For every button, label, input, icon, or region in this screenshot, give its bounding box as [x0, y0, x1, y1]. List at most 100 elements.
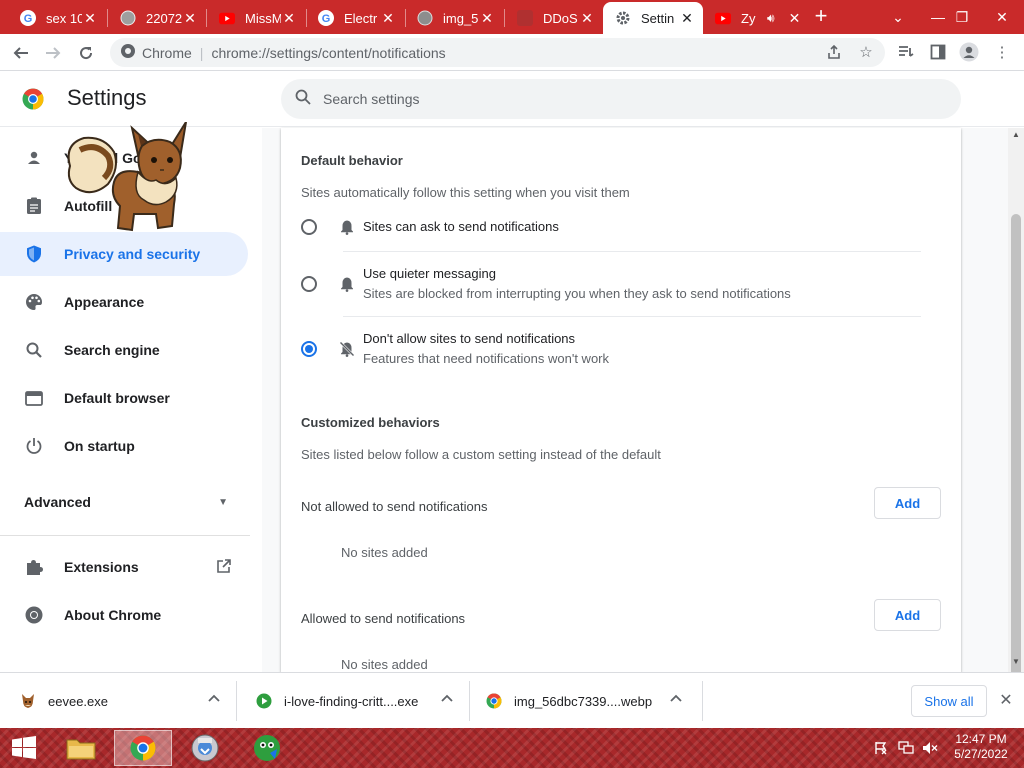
option-description: Sites are blocked from interrupting you …	[363, 286, 791, 301]
clipboard-icon	[24, 196, 44, 216]
green-creature-icon	[254, 735, 280, 761]
chrome-icon	[120, 43, 136, 62]
page-title: Settings	[67, 85, 147, 110]
radio-sites-can-ask[interactable]	[301, 219, 317, 235]
profile-avatar-icon[interactable]	[959, 42, 979, 62]
option-sites-can-ask[interactable]: Sites can ask to send notifications	[301, 212, 941, 252]
close-icon[interactable]: ✕	[679, 10, 695, 27]
svg-text:G: G	[322, 13, 331, 25]
address-bar[interactable]: Chrome | chrome://settings/content/notif…	[110, 38, 885, 67]
download-separator	[702, 681, 703, 721]
new-tab-button[interactable]: +	[808, 4, 834, 30]
close-icon[interactable]: ✕	[789, 10, 801, 27]
share-icon[interactable]	[824, 42, 844, 62]
sidebar-item-appearance[interactable]: Appearance	[0, 280, 248, 324]
chrome-icon	[486, 693, 502, 709]
restore-icon[interactable]: ❐	[940, 0, 984, 34]
download-item-webp[interactable]: img_56dbc7339....webp	[466, 673, 702, 729]
download-item-critters[interactable]: i-love-finding-critt....exe	[236, 673, 469, 729]
chevron-up-icon[interactable]	[208, 693, 222, 707]
search-icon	[24, 340, 44, 360]
tab-search-icon[interactable]: ⌄	[876, 0, 920, 34]
sidebar-item-label: Appearance	[64, 294, 145, 310]
reload-icon	[80, 47, 93, 60]
close-icon[interactable]: ✕	[579, 10, 595, 27]
speaker-icon[interactable]: 🔊︎	[767, 11, 775, 26]
radio-dont-allow[interactable]	[301, 341, 317, 357]
close-icon[interactable]: ✕	[281, 10, 297, 27]
scrollbar-thumb[interactable]	[1011, 214, 1021, 714]
add-allowed-site-button[interactable]: Add	[874, 599, 941, 631]
back-button[interactable]	[7, 39, 35, 67]
volume-muted-icon[interactable]	[922, 741, 938, 755]
start-button[interactable]	[0, 730, 48, 766]
network-icon[interactable]	[898, 741, 914, 755]
tab-4[interactable]: G Electr ✕	[306, 2, 404, 34]
close-icon[interactable]: ✕	[479, 10, 495, 27]
close-icon[interactable]: ✕	[380, 10, 396, 27]
taskbar-chrome[interactable]	[114, 730, 172, 766]
download-item-eevee[interactable]: eevee.exe	[0, 673, 236, 729]
tab-6[interactable]: DDoS ✕	[505, 2, 603, 34]
media-queue-icon[interactable]	[896, 42, 916, 62]
close-icon[interactable]: ✕	[82, 10, 98, 27]
taskbar-app-3[interactable]	[176, 730, 234, 766]
scroll-up-arrow-icon[interactable]: ▲	[1008, 128, 1024, 142]
close-icon[interactable]: ✕	[182, 10, 198, 27]
reload-button[interactable]	[72, 39, 100, 67]
chrome-icon	[130, 735, 156, 761]
tab-8[interactable]: Zy 🔊︎ ✕	[703, 2, 801, 34]
sidebar-item-search-engine[interactable]: Search engine	[0, 328, 248, 372]
dropdown-arrow-icon: ▼	[218, 496, 228, 508]
option-quieter-messaging[interactable]: Use quieter messaging Sites are blocked …	[301, 260, 941, 308]
chevron-up-icon[interactable]	[441, 693, 455, 707]
bookmark-star-icon[interactable]: ☆	[856, 42, 876, 62]
tab-3[interactable]: MissM ✕	[207, 2, 305, 34]
download-filename: eevee.exe	[48, 693, 108, 709]
bell-off-icon	[339, 341, 355, 357]
option-label: Use quieter messaging	[363, 266, 496, 281]
tab-title: DDoS	[543, 10, 578, 26]
close-icon[interactable]: ✕	[996, 691, 1016, 711]
tab-1[interactable]: G sex 10 ✕	[8, 2, 106, 34]
sidebar-item-on-startup[interactable]: On startup	[0, 424, 248, 468]
side-panel-icon[interactable]	[928, 42, 948, 62]
option-dont-allow[interactable]: Don't allow sites to send notifications …	[301, 325, 941, 373]
search-input[interactable]	[323, 91, 923, 107]
tab-title: MissM	[245, 10, 281, 26]
tab-2[interactable]: 22072 ✕	[108, 2, 206, 34]
taskbar-app-4[interactable]	[238, 730, 296, 766]
scroll-down-arrow-icon[interactable]: ▼	[1008, 655, 1024, 669]
show-all-downloads-button[interactable]: Show all	[911, 685, 987, 717]
sidebar-item-default-browser[interactable]: Default browser	[0, 376, 248, 420]
sidebar-item-extensions[interactable]: Extensions	[0, 545, 248, 589]
taskbar-file-explorer[interactable]	[52, 730, 110, 766]
page-scrollbar[interactable]: ▲ ▼	[1008, 128, 1024, 714]
red-square-icon	[517, 10, 533, 26]
url-text: chrome://settings/content/notifications	[211, 44, 446, 61]
tab-settings[interactable]: Settin ✕	[603, 2, 703, 34]
tab-title: Zy	[741, 10, 756, 26]
no-sites-message: No sites added	[341, 545, 428, 560]
action-center-flag-icon[interactable]	[874, 741, 890, 755]
add-not-allowed-site-button[interactable]: Add	[874, 487, 941, 519]
tab-title: Settin	[641, 10, 675, 26]
taskbar-clock[interactable]: 12:47 PM 5/27/2022	[944, 732, 1018, 762]
sidebar-advanced-toggle[interactable]: Advanced ▼	[0, 480, 248, 524]
allowed-label: Allowed to send notifications	[301, 611, 466, 626]
eevee-pet-sprite[interactable]	[62, 121, 194, 245]
default-behavior-description: Sites automatically follow this setting …	[301, 185, 630, 200]
search-icon	[295, 89, 311, 110]
sidebar-item-about-chrome[interactable]: About Chrome	[0, 593, 248, 637]
settings-search-box[interactable]	[281, 79, 961, 119]
site-chip: Chrome	[142, 44, 192, 61]
forward-button[interactable]	[39, 39, 67, 67]
chevron-up-icon[interactable]	[670, 693, 684, 707]
window-close-icon[interactable]: ✕	[980, 0, 1024, 34]
bell-icon	[339, 219, 355, 235]
puzzle-piece-icon	[24, 557, 44, 577]
radio-quieter-messaging[interactable]	[301, 276, 317, 292]
globe-icon	[417, 10, 433, 26]
tab-5[interactable]: img_5 ✕	[405, 2, 503, 34]
menu-kebab-icon[interactable]: ⋮	[992, 42, 1012, 62]
